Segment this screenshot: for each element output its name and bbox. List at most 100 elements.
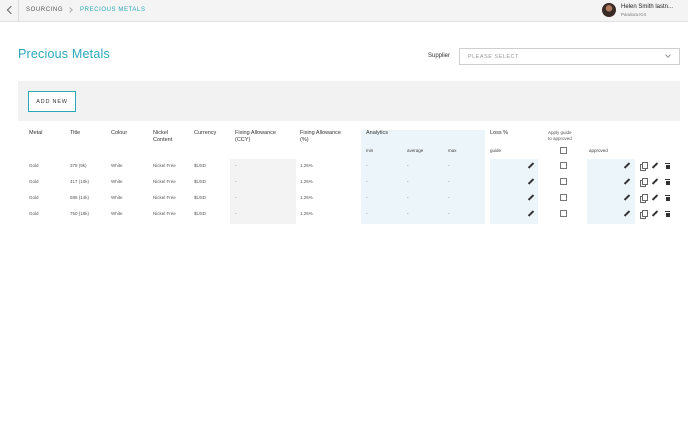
top-bar: SOURCING PRECIOUS METALS Helen Smith las… bbox=[0, 0, 688, 22]
copy-icon[interactable] bbox=[640, 178, 648, 187]
analytics-column-bg bbox=[361, 130, 485, 224]
chevron-right-icon bbox=[67, 7, 73, 13]
cell-colour: White bbox=[111, 163, 123, 168]
cell-currency: $USD bbox=[194, 179, 207, 184]
cell-fix-pct: 1.25% bbox=[300, 211, 313, 216]
header-fixing-pct-line1: Fixing Allowance bbox=[300, 130, 341, 136]
edit-guide-pencil-icon[interactable] bbox=[528, 195, 534, 201]
user-org: Pandora KI4 bbox=[621, 12, 647, 17]
fixing-ccy-column-bg bbox=[230, 159, 296, 224]
edit-approved-pencil-icon[interactable] bbox=[624, 179, 630, 185]
edit-guide-pencil-icon[interactable] bbox=[528, 211, 534, 217]
edit-guide-pencil-icon[interactable] bbox=[528, 163, 534, 169]
cell-max: - bbox=[448, 163, 450, 168]
cell-fix-pct: 1.25% bbox=[300, 179, 313, 184]
trash-icon[interactable] bbox=[665, 211, 670, 217]
edit-approved-pencil-icon[interactable] bbox=[624, 163, 630, 169]
trash-icon[interactable] bbox=[665, 163, 670, 169]
header-title: Title bbox=[70, 130, 81, 136]
header-loss: Loss % bbox=[490, 130, 509, 136]
breadcrumb-sourcing[interactable]: SOURCING bbox=[26, 7, 63, 13]
cell-max: - bbox=[448, 179, 450, 184]
cell-nickel: Nickel Free bbox=[153, 195, 176, 200]
cell-metal: Gold bbox=[29, 211, 39, 216]
edit-guide-pencil-icon[interactable] bbox=[528, 179, 534, 185]
avatar[interactable] bbox=[602, 3, 616, 17]
cell-min: - bbox=[366, 195, 368, 200]
copy-icon[interactable] bbox=[640, 162, 648, 171]
edit-row-pencil-icon[interactable] bbox=[652, 211, 658, 217]
cell-average: - bbox=[407, 163, 409, 168]
apply-guide-checkbox[interactable] bbox=[560, 178, 567, 185]
cell-nickel: Nickel Free bbox=[153, 211, 176, 216]
chevron-down-icon bbox=[665, 52, 671, 58]
cell-colour: White bbox=[111, 179, 123, 184]
header-fixing-ccy-line2: (CCY) bbox=[235, 137, 251, 143]
cell-fix-ccy: - bbox=[235, 163, 237, 168]
copy-icon[interactable] bbox=[640, 194, 648, 203]
cell-fix-ccy: - bbox=[235, 211, 237, 216]
copy-icon[interactable] bbox=[640, 210, 648, 219]
cell-min: - bbox=[366, 163, 368, 168]
cell-average: - bbox=[407, 211, 409, 216]
cell-colour: White bbox=[111, 195, 123, 200]
apply-guide-all-checkbox[interactable] bbox=[560, 147, 567, 154]
subheader-min: min bbox=[366, 148, 374, 153]
cell-average: - bbox=[407, 195, 409, 200]
supplier-select[interactable]: PLEASE SELECT bbox=[459, 48, 680, 65]
cell-fix-ccy: - bbox=[235, 179, 237, 184]
header-nickel-line1: Nickel bbox=[153, 130, 168, 136]
subheader-average: average bbox=[407, 148, 424, 153]
header-apply-guide: Apply guide to approved bbox=[548, 130, 572, 142]
user-name[interactable]: Helen Smith lastn... bbox=[621, 4, 673, 10]
toolbar: ADD NEW bbox=[18, 81, 680, 121]
cell-max: - bbox=[448, 195, 450, 200]
apply-guide-checkbox[interactable] bbox=[560, 210, 567, 217]
trash-icon[interactable] bbox=[665, 195, 670, 201]
cell-title: 750 (18k) bbox=[70, 211, 90, 216]
supplier-label: Supplier bbox=[428, 53, 451, 59]
cell-min: - bbox=[366, 179, 368, 184]
cell-fix-pct: 1.25% bbox=[300, 163, 313, 168]
divider bbox=[18, 0, 19, 22]
cell-colour: White bbox=[111, 211, 123, 216]
supplier-placeholder: PLEASE SELECT bbox=[468, 54, 519, 60]
page-title: Precious Metals bbox=[18, 47, 110, 61]
chevron-left-icon[interactable] bbox=[4, 4, 16, 16]
edit-row-pencil-icon[interactable] bbox=[652, 163, 658, 169]
cell-min: - bbox=[366, 211, 368, 216]
header-currency: Currency bbox=[194, 130, 217, 136]
apply-guide-checkbox[interactable] bbox=[560, 162, 567, 169]
edit-row-pencil-icon[interactable] bbox=[652, 179, 658, 185]
cell-title: 375 (9k) bbox=[70, 163, 87, 168]
header-fixing-ccy: Fixing Allowance (CCY) bbox=[235, 130, 276, 144]
cell-max: - bbox=[448, 211, 450, 216]
add-new-button[interactable]: ADD NEW bbox=[28, 91, 76, 112]
edit-row-pencil-icon[interactable] bbox=[652, 195, 658, 201]
cell-currency: $USD bbox=[194, 211, 207, 216]
header-fixing-pct: Fixing Allowance (%) bbox=[300, 130, 341, 144]
cell-fix-ccy: - bbox=[235, 195, 237, 200]
subheader-guide: guide bbox=[490, 148, 502, 153]
subheader-approved: approved bbox=[589, 148, 608, 153]
cell-metal: Gold bbox=[29, 179, 39, 184]
header-fixing-ccy-line1: Fixing Allowance bbox=[235, 130, 276, 136]
trash-icon[interactable] bbox=[665, 179, 670, 185]
cell-fix-pct: 1.25% bbox=[300, 195, 313, 200]
header-nickel-line2: Content bbox=[153, 137, 173, 143]
header-apply-line2: to approved bbox=[548, 136, 572, 141]
cell-metal: Gold bbox=[29, 163, 39, 168]
edit-approved-pencil-icon[interactable] bbox=[624, 195, 630, 201]
breadcrumb-current: PRECIOUS METALS bbox=[80, 7, 146, 13]
edit-approved-pencil-icon[interactable] bbox=[624, 211, 630, 217]
header-metal: Metal bbox=[29, 130, 43, 136]
header-fixing-pct-line2: (%) bbox=[300, 137, 309, 143]
header-colour: Colour bbox=[111, 130, 128, 136]
cell-average: - bbox=[407, 179, 409, 184]
cell-metal: Gold bbox=[29, 195, 39, 200]
subheader-max: max bbox=[448, 148, 457, 153]
cell-currency: $USD bbox=[194, 163, 207, 168]
cell-currency: $USD bbox=[194, 195, 207, 200]
header-analytics: Analytics bbox=[366, 130, 389, 136]
apply-guide-checkbox[interactable] bbox=[560, 194, 567, 201]
